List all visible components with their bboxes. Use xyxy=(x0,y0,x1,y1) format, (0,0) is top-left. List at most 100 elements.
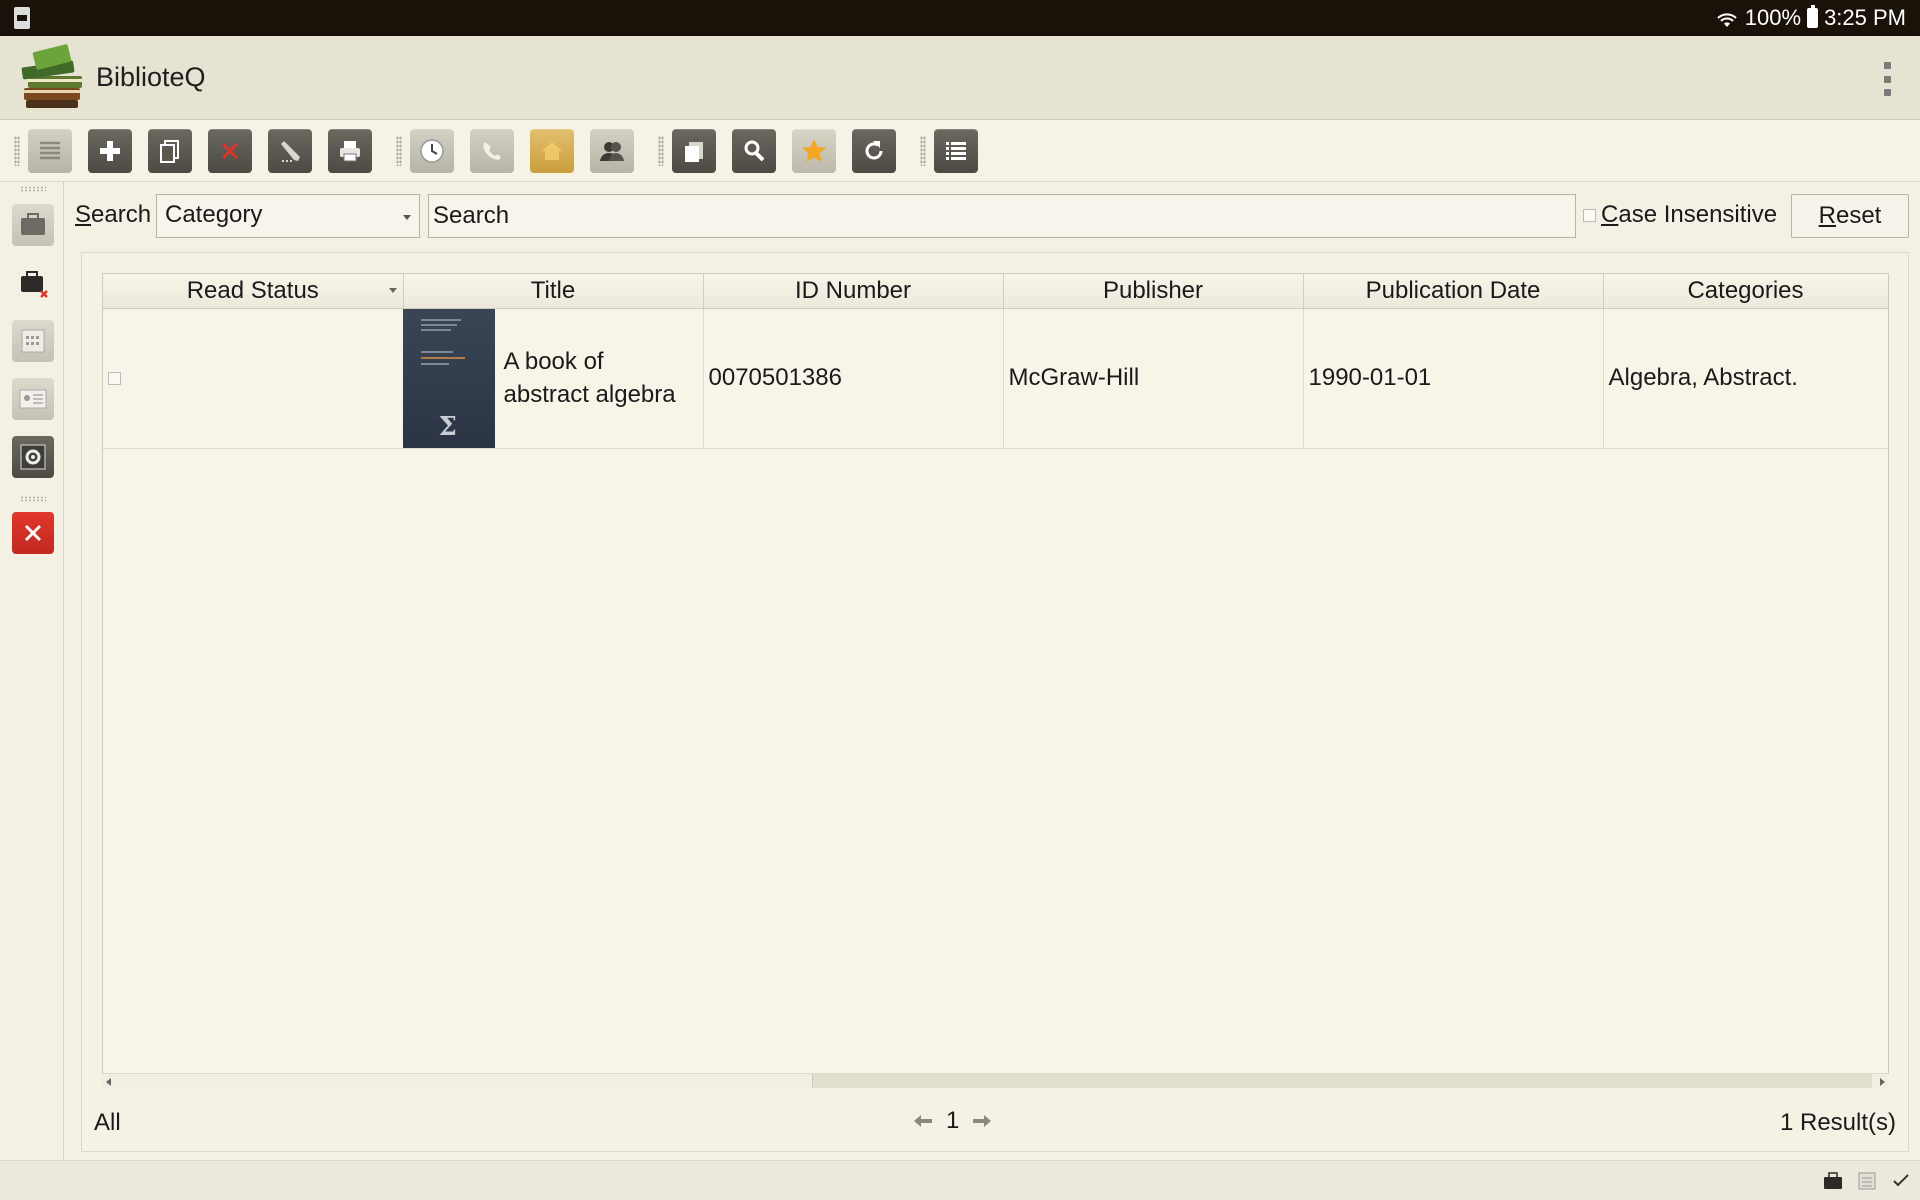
categories-cell[interactable]: Algebra, Abstract. xyxy=(1603,308,1888,449)
main-toolbar xyxy=(0,120,1920,182)
table-row[interactable]: Σ A book of abstract algebra 0070501386 M… xyxy=(103,308,1888,449)
current-page[interactable]: 1 xyxy=(946,1107,959,1135)
reset-button[interactable]: Reset xyxy=(1791,194,1909,238)
magnifier-icon xyxy=(744,140,765,161)
calendar-button[interactable] xyxy=(12,320,54,362)
briefcase-disconnect-icon xyxy=(21,271,48,298)
stack-icon xyxy=(685,141,703,162)
clock-icon xyxy=(420,138,444,163)
clock-time: 3:25 PM xyxy=(1824,5,1906,30)
bottom-status-bar xyxy=(0,1160,1920,1200)
next-page-icon[interactable] xyxy=(971,1113,993,1129)
reservations-button[interactable] xyxy=(410,128,454,173)
star-icon xyxy=(802,138,826,162)
column-header-publisher[interactable]: Publisher xyxy=(1003,274,1304,309)
connection-status-icon xyxy=(1824,1172,1842,1189)
list-view-button[interactable] xyxy=(28,128,72,173)
horizontal-scrollbar[interactable] xyxy=(102,1073,1889,1089)
modify-button[interactable] xyxy=(268,128,312,173)
database-icon xyxy=(1858,1172,1876,1190)
exit-x-icon xyxy=(25,525,41,541)
book-cover-image: Σ xyxy=(402,308,495,448)
category-select[interactable]: Category xyxy=(156,194,420,238)
disconnect-button[interactable] xyxy=(12,262,54,304)
pencil-icon xyxy=(281,140,300,162)
id-card-icon xyxy=(19,389,47,409)
details-list-button[interactable] xyxy=(934,128,978,173)
contact-button[interactable] xyxy=(470,128,514,173)
publication-date-cell[interactable]: 1990-01-01 xyxy=(1303,308,1604,449)
case-insensitive-label[interactable]: Case Insensitive xyxy=(1601,201,1777,229)
print-button[interactable] xyxy=(328,128,372,173)
scroll-right-icon[interactable] xyxy=(1880,1078,1885,1086)
scroll-left-icon[interactable] xyxy=(106,1078,111,1086)
copy-icon xyxy=(160,139,179,163)
exit-button[interactable] xyxy=(12,512,54,554)
toolbar-grip[interactable] xyxy=(920,135,926,166)
admin-settings-icon xyxy=(20,444,46,470)
battery-percent: 100% xyxy=(1744,5,1802,30)
toolbar-grip[interactable] xyxy=(658,135,664,166)
app-title: BiblioteQ xyxy=(96,62,206,92)
toolbar-grip[interactable] xyxy=(14,135,20,166)
results-table: Read Status Title ID Number Publisher Pu… xyxy=(102,273,1889,1089)
calendar-icon xyxy=(21,329,45,353)
results-panel: Read Status Title ID Number Publisher Pu… xyxy=(81,252,1909,1152)
column-header-publication-date[interactable]: Publication Date xyxy=(1303,274,1604,309)
printer-icon xyxy=(340,140,360,161)
read-status-checkbox[interactable] xyxy=(108,371,121,385)
column-header-id-number[interactable]: ID Number xyxy=(703,274,1004,309)
app-bar: BiblioteQ xyxy=(0,36,1920,120)
plus-icon xyxy=(100,140,120,161)
filter-all-label[interactable]: All xyxy=(94,1109,121,1137)
book-title: A book of abstract algebra xyxy=(503,348,676,408)
overflow-menu-icon[interactable] xyxy=(1882,62,1892,96)
wifi-icon xyxy=(1715,9,1739,27)
refresh-icon xyxy=(865,140,883,159)
phone-icon xyxy=(483,141,501,160)
sidebar-grip[interactable] xyxy=(20,496,46,502)
battery-icon xyxy=(1807,5,1819,28)
search-button[interactable] xyxy=(732,128,776,173)
table-header-row: Read Status Title ID Number Publisher Pu… xyxy=(103,274,1888,309)
id-card-button[interactable] xyxy=(12,378,54,420)
id-number-cell[interactable]: 0070501386 xyxy=(703,308,1004,449)
checkmark-icon xyxy=(1893,1174,1909,1187)
title-cell[interactable]: Σ A book of abstract algebra xyxy=(402,308,704,449)
read-status-cell[interactable] xyxy=(103,308,404,449)
sidebar-grip[interactable] xyxy=(20,186,46,192)
list-icon xyxy=(40,141,60,159)
add-button[interactable] xyxy=(88,128,132,173)
sd-card-icon xyxy=(14,7,30,29)
side-toolbar xyxy=(0,182,64,1160)
publisher-cell[interactable]: McGraw-Hill xyxy=(1003,308,1304,449)
refresh-button[interactable] xyxy=(852,128,896,173)
delete-button[interactable] xyxy=(208,128,252,173)
column-header-title[interactable]: Title xyxy=(403,274,704,309)
home-folder-icon xyxy=(542,141,562,160)
system-status-bar: 100% 3:25 PM xyxy=(0,0,1920,36)
column-header-categories[interactable]: Categories xyxy=(1603,274,1888,309)
delete-x-icon xyxy=(222,142,238,159)
copy-items-button[interactable] xyxy=(672,128,716,173)
results-count: 1 Result(s) xyxy=(1779,1109,1896,1136)
books-logo-icon xyxy=(18,42,90,114)
search-label: Search xyxy=(75,201,152,228)
details-list-icon xyxy=(946,141,966,160)
column-header-read-status[interactable]: Read Status xyxy=(103,274,404,309)
connect-button[interactable] xyxy=(12,204,54,246)
duplicate-button[interactable] xyxy=(148,128,192,173)
previous-page-icon[interactable] xyxy=(912,1113,934,1129)
case-insensitive-checkbox[interactable] xyxy=(1583,209,1596,222)
favorites-button[interactable] xyxy=(792,128,836,173)
pagination: 1 xyxy=(912,1107,993,1135)
admin-button[interactable] xyxy=(12,436,54,478)
sort-indicator-icon xyxy=(388,288,397,293)
members-button[interactable] xyxy=(590,128,634,173)
home-button[interactable] xyxy=(530,128,574,173)
members-icon xyxy=(600,141,624,161)
toolbar-grip[interactable] xyxy=(396,135,402,166)
search-input[interactable] xyxy=(428,194,1576,238)
briefcase-icon xyxy=(21,213,45,235)
scrollbar-thumb[interactable] xyxy=(812,1074,1872,1088)
